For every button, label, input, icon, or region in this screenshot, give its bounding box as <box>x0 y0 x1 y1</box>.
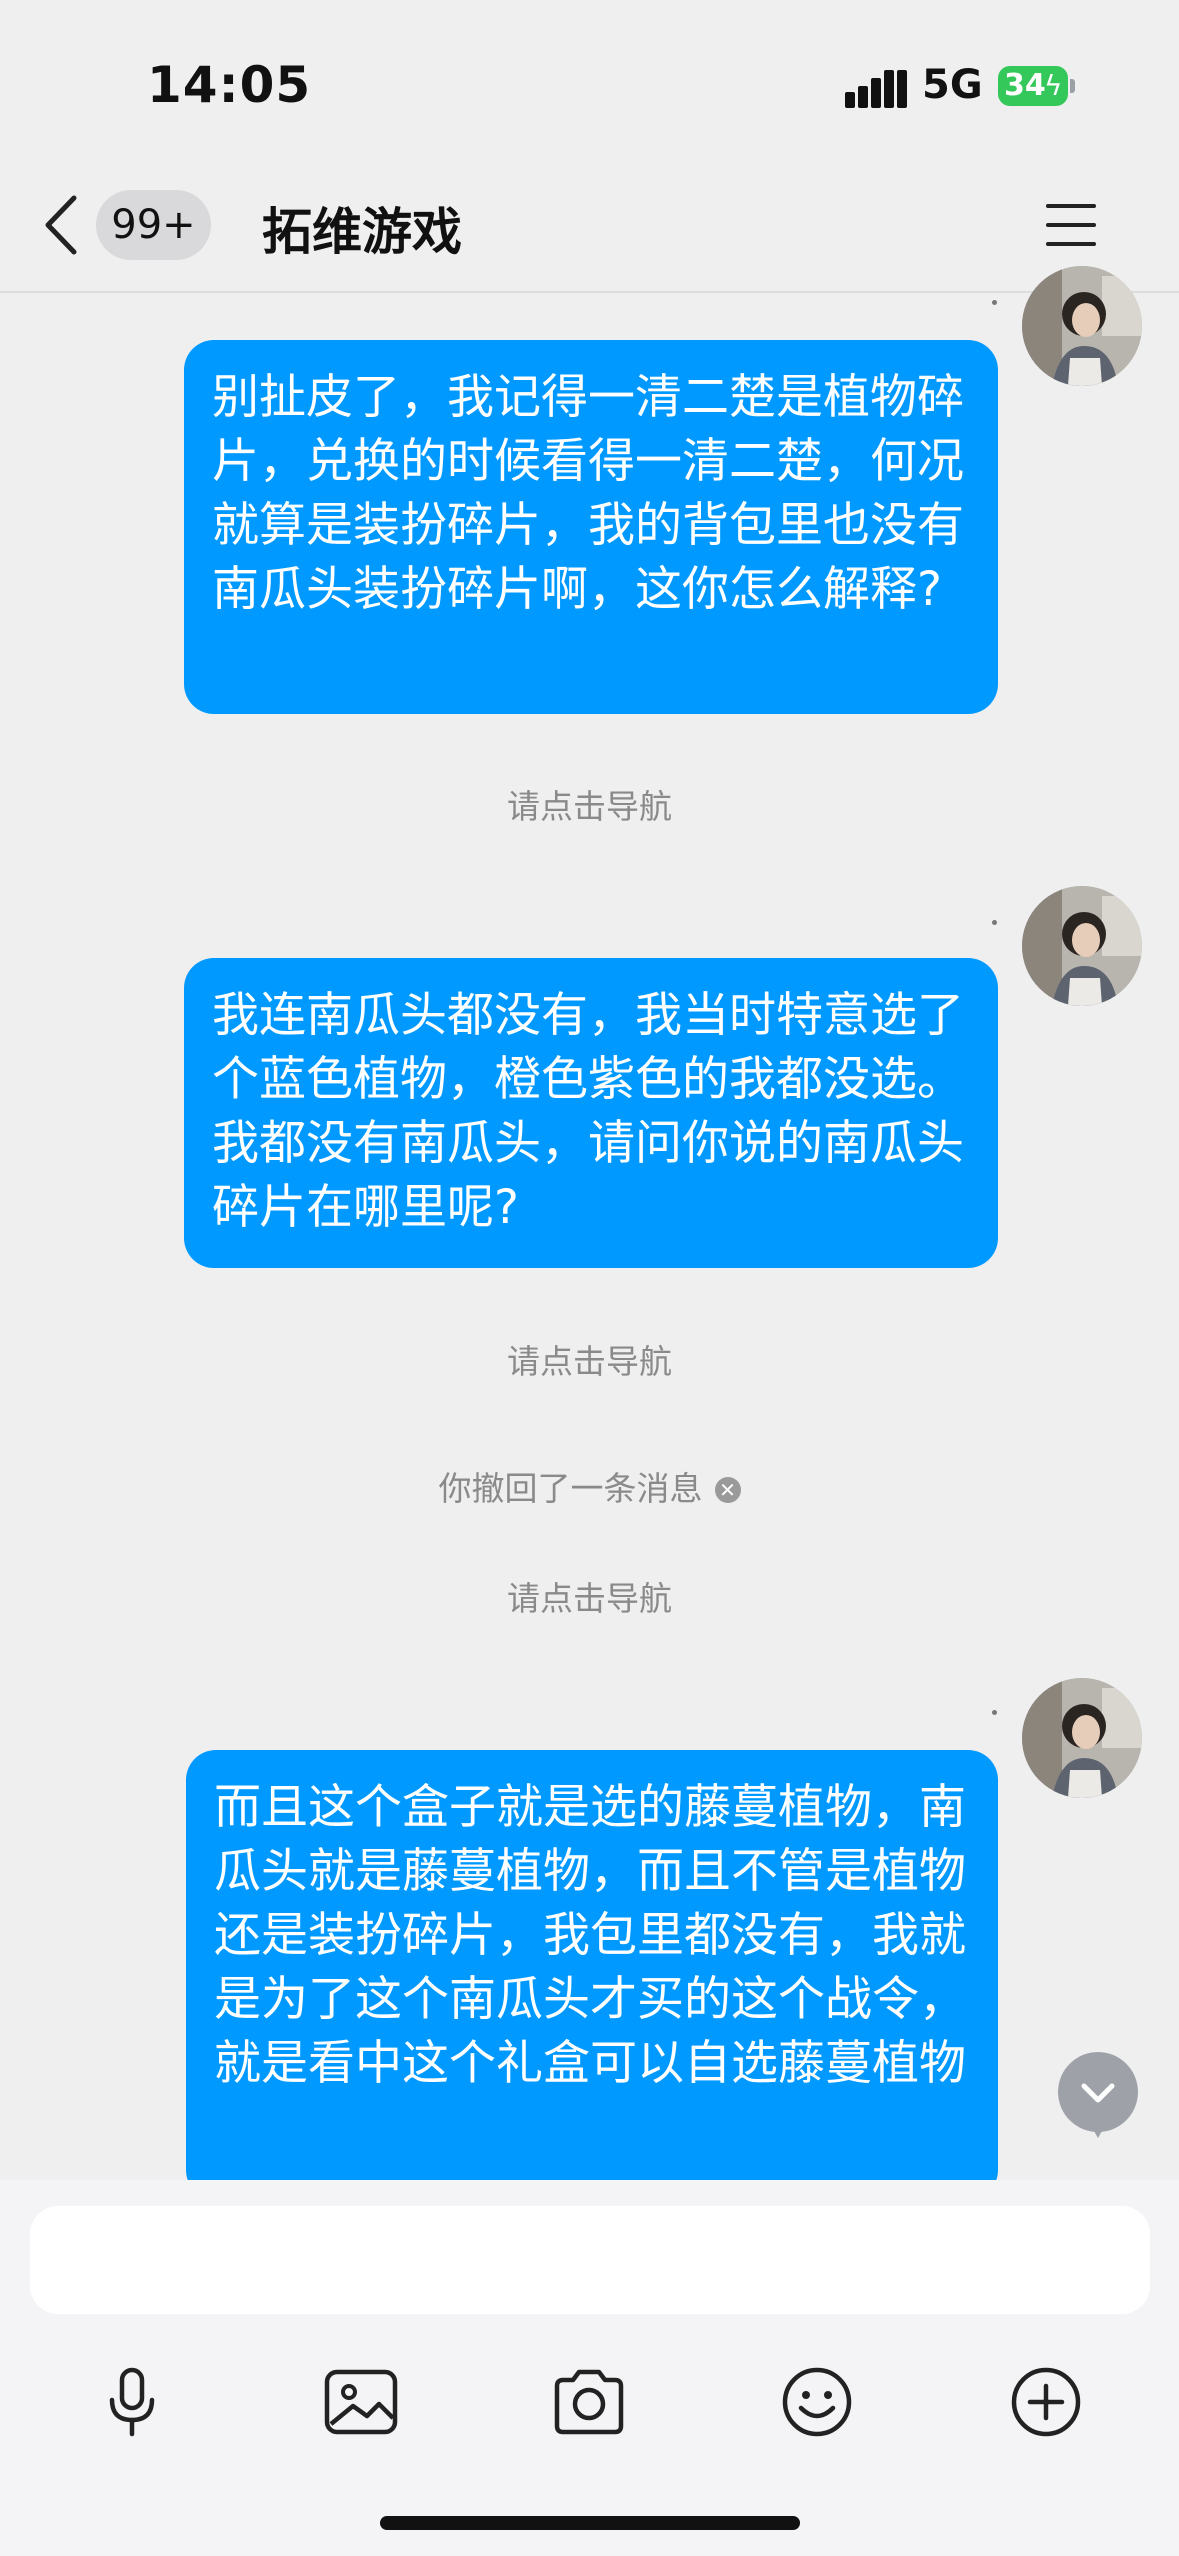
emoji-button[interactable] <box>777 2362 857 2442</box>
read-indicator <box>992 920 997 925</box>
battery-icon: 34 ϟ <box>998 66 1075 106</box>
message-bubble[interactable]: 而且这个盒子就是选的藤蔓植物，南瓜头就是藤蔓植物，而且不管是植物还是装扮碎片，我… <box>186 1750 998 2200</box>
chevron-down-icon <box>1081 2083 1115 2103</box>
status-bar: 14:05 5G 34 ϟ <box>0 0 1179 160</box>
message-bubble[interactable]: 我连南瓜头都没有，我当时特意选了个蓝色植物，橙色紫色的我都没选。我都没有南瓜头，… <box>184 958 998 1268</box>
photo-button[interactable] <box>321 2362 401 2442</box>
chat-header: 99+ 拓维游戏 <box>0 160 1179 293</box>
camera-icon <box>554 2369 624 2435</box>
voice-button[interactable] <box>92 2362 172 2442</box>
plus-circle-icon <box>1011 2367 1081 2437</box>
message-bubble[interactable]: 别扯皮了，我记得一清二楚是植物碎片，兑换的时候看得一清二楚，何况就算是装扮碎片，… <box>184 340 998 714</box>
system-notice[interactable]: 请点击导航 <box>0 1572 1179 1620</box>
image-icon <box>324 2369 398 2435</box>
more-button[interactable] <box>1006 2362 1086 2442</box>
menu-button[interactable] <box>1040 200 1102 250</box>
microphone-icon <box>109 2367 155 2437</box>
battery-level: 34 <box>1004 68 1046 103</box>
charging-icon: ϟ <box>1044 69 1063 102</box>
menu-icon <box>1046 204 1096 208</box>
system-notice[interactable]: 请点击导航 <box>0 780 1179 828</box>
avatar[interactable] <box>1022 1678 1142 1798</box>
message-input[interactable] <box>30 2206 1150 2314</box>
read-indicator <box>992 1710 997 1715</box>
unread-count-badge[interactable]: 99+ <box>96 190 211 260</box>
system-notice[interactable]: 请点击导航 <box>0 1335 1179 1383</box>
chevron-left-icon <box>45 195 77 255</box>
chat-title: 拓维游戏 <box>262 203 462 261</box>
close-icon[interactable]: ✕ <box>714 1477 741 1503</box>
network-type: 5G <box>922 62 983 108</box>
camera-button[interactable] <box>549 2362 629 2442</box>
signal-icon <box>845 68 909 108</box>
scroll-to-bottom-button[interactable] <box>1058 2052 1138 2132</box>
avatar[interactable] <box>1022 886 1142 1006</box>
recall-notice: 你撤回了一条消息 ✕ <box>0 1462 1179 1510</box>
back-button[interactable] <box>30 190 100 260</box>
read-indicator <box>992 300 997 305</box>
smiley-icon <box>782 2367 852 2437</box>
home-indicator[interactable] <box>380 2516 800 2530</box>
chat-screen: 14:05 5G 34 ϟ 99+ 拓维游戏 别扯皮了，我记得一清二楚是植物碎片… <box>0 0 1179 2556</box>
recall-notice-text: 你撤回了一条消息 <box>438 1469 703 1508</box>
avatar[interactable] <box>1022 266 1142 386</box>
status-time: 14:05 <box>147 56 312 114</box>
